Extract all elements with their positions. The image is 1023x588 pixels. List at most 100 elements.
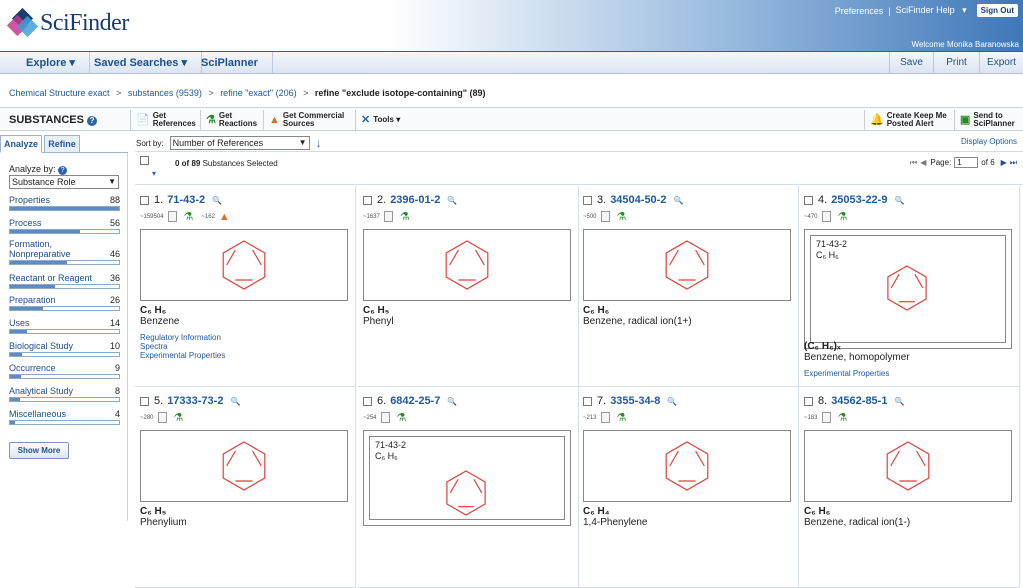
show-more-button[interactable]: Show More bbox=[9, 442, 69, 459]
structure-diagram[interactable] bbox=[140, 430, 348, 502]
analysis-row[interactable]: Reactant or Reagent 36 bbox=[9, 273, 120, 289]
substance-checkbox[interactable] bbox=[363, 396, 372, 406]
substance-detail-link[interactable]: Experimental Properties bbox=[140, 351, 225, 360]
select-menu-caret-icon[interactable]: ▾ bbox=[152, 169, 156, 178]
structure-diagram[interactable]: 71-43-2 C₆ H₆ bbox=[804, 229, 1012, 349]
magnifier-icon[interactable]: 🔍 bbox=[673, 196, 683, 205]
prev-page-icon[interactable]: ◀ bbox=[920, 158, 926, 167]
structure-diagram[interactable]: 71-43-2 C₆ H₆ bbox=[363, 430, 571, 526]
substance-detail-link[interactable]: Experimental Properties bbox=[804, 369, 889, 378]
nav-saved-searches[interactable]: Saved Searches ▾ bbox=[80, 52, 202, 74]
references-icon[interactable] bbox=[821, 412, 831, 423]
display-options-link[interactable]: Display Options bbox=[961, 137, 1017, 146]
structure-diagram[interactable] bbox=[363, 229, 571, 301]
next-page-icon[interactable]: ▶ bbox=[1001, 158, 1007, 167]
substance-checkbox[interactable] bbox=[583, 195, 592, 205]
analysis-row[interactable]: Miscellaneous 4 bbox=[9, 409, 120, 425]
cas-number-link[interactable]: 17333-73-2 bbox=[167, 395, 223, 407]
analysis-row[interactable]: Formation, Nonpreparative 46 bbox=[9, 239, 120, 265]
nav-explore[interactable]: Explore ▾ bbox=[12, 52, 90, 74]
cas-number-link[interactable]: 25053-22-9 bbox=[831, 194, 887, 206]
cas-number-link[interactable]: 6842-25-7 bbox=[390, 395, 440, 407]
magnifier-icon[interactable]: 🔍 bbox=[447, 397, 457, 406]
structure-diagram[interactable] bbox=[140, 229, 348, 301]
reactions-icon[interactable]: ⚗ bbox=[174, 411, 184, 424]
cas-number-link[interactable]: 3355-34-8 bbox=[610, 395, 660, 407]
cas-number-link[interactable]: 34504-50-2 bbox=[610, 194, 666, 206]
magnifier-icon[interactable]: 🔍 bbox=[230, 397, 240, 406]
sort-select[interactable]: Number of References ▼ bbox=[169, 136, 310, 150]
substance-detail-link[interactable]: Regulatory Information bbox=[140, 333, 225, 342]
commercial-sources-icon[interactable]: ▲ bbox=[219, 211, 230, 223]
analysis-row-label: Analytical Study bbox=[9, 386, 74, 396]
analyze-by-select[interactable]: Substance Role ▼ bbox=[9, 175, 119, 189]
tools-menu[interactable]: ✕ Tools ▾ bbox=[355, 110, 400, 130]
breadcrumb-item[interactable]: refine "exact" (206) bbox=[220, 88, 296, 98]
help-link[interactable]: SciFinder Help ▾ bbox=[896, 5, 972, 16]
first-page-icon[interactable]: ⏮ bbox=[910, 158, 917, 168]
breadcrumb-item[interactable]: Chemical Structure exact bbox=[9, 88, 110, 98]
structure-diagram[interactable] bbox=[583, 229, 791, 301]
help-icon[interactable]: ? bbox=[87, 116, 98, 126]
analysis-row[interactable]: Occurrence 9 bbox=[9, 363, 120, 379]
references-icon[interactable] bbox=[167, 211, 177, 222]
get-commercial-sources-button[interactable]: ▲ Get Commercial Sources bbox=[263, 110, 344, 130]
page-input[interactable]: 1 bbox=[954, 157, 979, 168]
analysis-row[interactable]: Properties 88 bbox=[9, 195, 120, 211]
references-icon[interactable] bbox=[157, 412, 167, 423]
keep-me-posted-button[interactable]: 🔔 Create Keep Me Posted Alert bbox=[864, 110, 947, 130]
get-reactions-button[interactable]: ⚗ Get Reactions bbox=[200, 110, 257, 130]
magnifier-icon[interactable]: 🔍 bbox=[894, 397, 904, 406]
send-to-sciplanner-button[interactable]: ▣ Send to SciPlanner bbox=[954, 110, 1015, 130]
substance-checkbox[interactable] bbox=[804, 396, 813, 406]
references-icon[interactable] bbox=[383, 211, 393, 222]
tab-refine[interactable]: Refine bbox=[44, 135, 80, 153]
reactions-icon[interactable]: ⚗ bbox=[397, 411, 407, 424]
magnifier-icon[interactable]: 🔍 bbox=[447, 196, 457, 205]
sign-out-button[interactable]: Sign Out bbox=[976, 4, 1018, 17]
cas-number-link[interactable]: 34562-85-1 bbox=[831, 395, 887, 407]
references-icon[interactable] bbox=[600, 412, 610, 423]
magnifier-icon[interactable]: 🔍 bbox=[212, 196, 222, 205]
nav-sciplanner[interactable]: SciPlanner bbox=[187, 52, 273, 74]
references-icon[interactable] bbox=[821, 211, 831, 222]
reactions-icon[interactable]: ⚗ bbox=[400, 210, 410, 223]
help-icon[interactable]: ? bbox=[58, 166, 68, 175]
reactions-icon[interactable]: ⚗ bbox=[838, 411, 848, 424]
select-all-checkbox[interactable] bbox=[140, 156, 149, 168]
substance-checkbox[interactable] bbox=[140, 195, 149, 205]
substance-checkbox[interactable] bbox=[140, 396, 149, 406]
substance-checkbox[interactable] bbox=[583, 396, 592, 406]
print-button[interactable]: Print bbox=[933, 52, 979, 74]
sort-direction-icon[interactable]: ↓ bbox=[316, 136, 322, 150]
structure-diagram[interactable] bbox=[804, 430, 1012, 502]
substance-detail-link[interactable]: Spectra bbox=[140, 342, 225, 351]
analysis-row-label: Occurrence bbox=[9, 363, 56, 373]
export-button[interactable]: Export bbox=[979, 52, 1023, 74]
analysis-row[interactable]: Biological Study 10 bbox=[9, 341, 120, 357]
substance-checkbox[interactable] bbox=[804, 195, 813, 205]
cas-number-link[interactable]: 71-43-2 bbox=[167, 194, 205, 206]
analysis-row[interactable]: Analytical Study 8 bbox=[9, 386, 120, 402]
reactions-icon[interactable]: ⚗ bbox=[838, 210, 848, 223]
cas-number-link[interactable]: 2396-01-2 bbox=[390, 194, 440, 206]
last-page-icon[interactable]: ⏭ bbox=[1010, 158, 1017, 168]
tab-analyze[interactable]: Analyze bbox=[0, 135, 42, 153]
reactions-icon[interactable]: ⚗ bbox=[184, 210, 194, 223]
reactions-icon[interactable]: ⚗ bbox=[617, 210, 627, 223]
reactions-icon[interactable]: ⚗ bbox=[617, 411, 627, 424]
analysis-row[interactable]: Uses 14 bbox=[9, 318, 120, 334]
analysis-row[interactable]: Process 56 bbox=[9, 218, 120, 234]
references-icon[interactable] bbox=[380, 412, 390, 423]
substance-checkbox[interactable] bbox=[363, 195, 372, 205]
structure-diagram[interactable] bbox=[583, 430, 791, 502]
breadcrumb-item[interactable]: substances (9539) bbox=[128, 88, 202, 98]
magnifier-icon[interactable]: 🔍 bbox=[894, 196, 904, 205]
analysis-row[interactable]: Preparation 26 bbox=[9, 295, 120, 311]
references-icon[interactable] bbox=[600, 211, 610, 222]
magnifier-icon[interactable]: 🔍 bbox=[667, 397, 677, 406]
preferences-link[interactable]: Preferences bbox=[835, 6, 884, 16]
get-references-button[interactable]: 📄 Get References bbox=[130, 110, 196, 130]
scifinder-logo[interactable]: SciFinder bbox=[6, 7, 129, 37]
save-button[interactable]: Save bbox=[889, 52, 933, 74]
